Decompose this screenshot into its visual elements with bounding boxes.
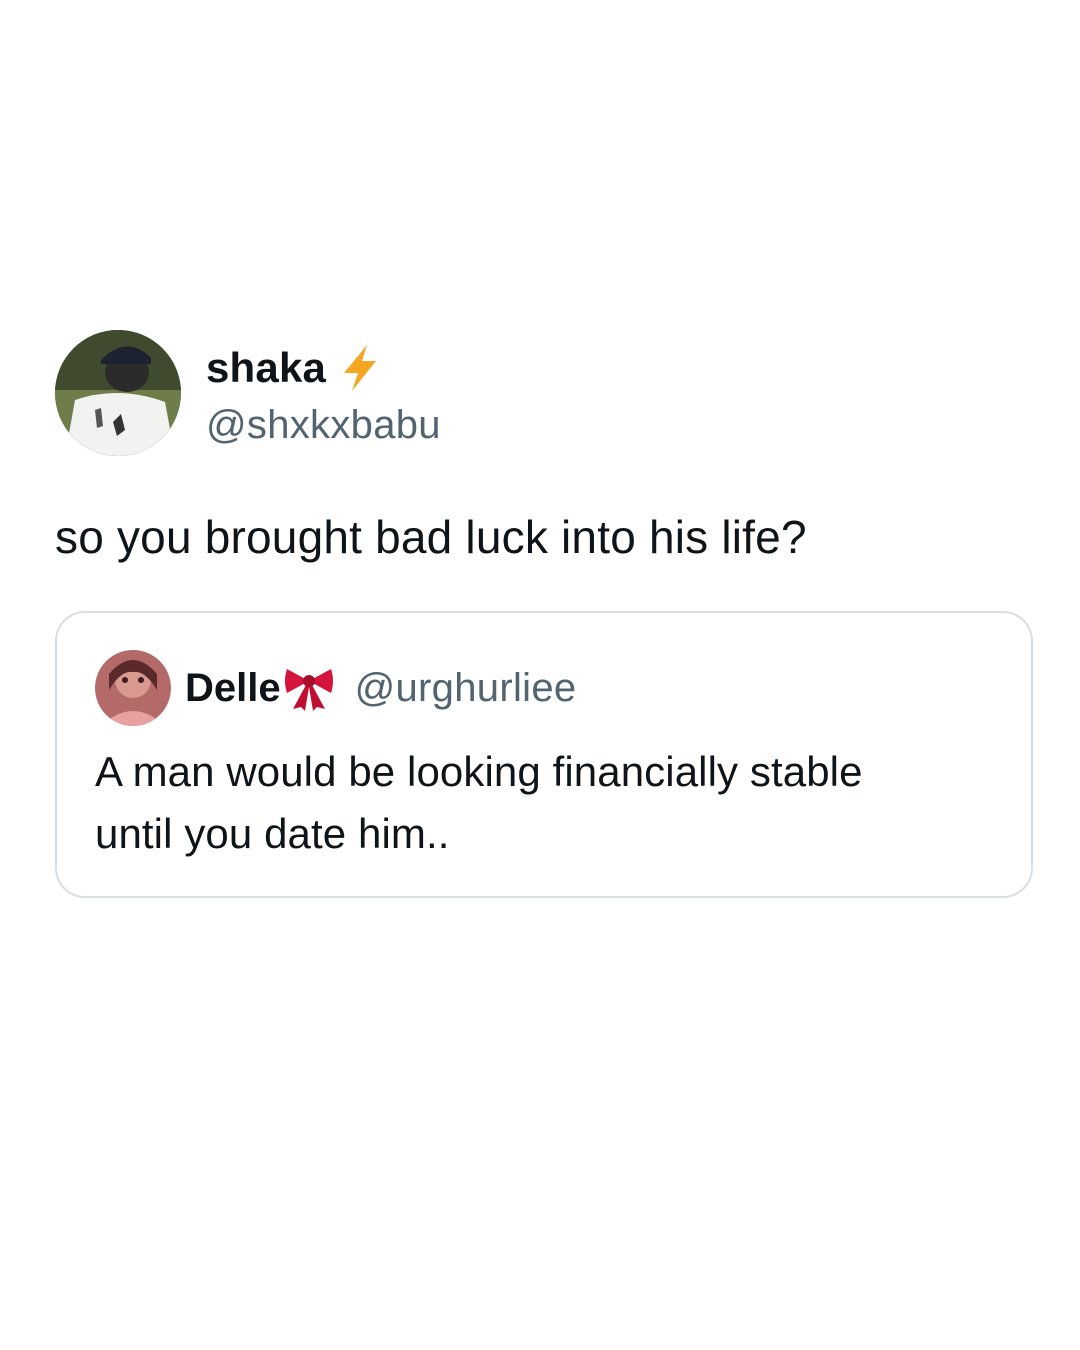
display-name-line: shaka: [206, 339, 441, 397]
ribbon-bow-icon: [283, 663, 335, 713]
quoted-tweet-text: A man would be looking financially stabl…: [95, 741, 995, 865]
quoted-avatar[interactable]: [95, 650, 171, 726]
tweet-text: so you brought bad luck into his life?: [55, 511, 807, 563]
quoted-tweet-card[interactable]: Delle @urghurliee A man would be looking…: [55, 611, 1033, 898]
author-names: shaka @shxkxbabu: [206, 339, 441, 448]
quoted-tweet-text-line: A man would be looking financially stabl…: [95, 748, 863, 795]
quoted-user-handle[interactable]: @urghurliee: [355, 666, 577, 711]
quoted-tweet-text-line: until you date him..: [95, 810, 450, 857]
user-handle[interactable]: @shxkxbabu: [206, 403, 441, 448]
lightning-bolt-icon: [340, 343, 380, 393]
display-name[interactable]: shaka: [206, 344, 326, 392]
avatar[interactable]: [55, 330, 181, 456]
tweet-author-row: shaka @shxkxbabu: [55, 330, 1035, 456]
quoted-display-name[interactable]: Delle: [185, 666, 281, 711]
quoted-tweet-header: Delle @urghurliee: [95, 650, 576, 726]
tweet: shaka @shxkxbabu so you brought bad luck…: [55, 330, 1035, 566]
